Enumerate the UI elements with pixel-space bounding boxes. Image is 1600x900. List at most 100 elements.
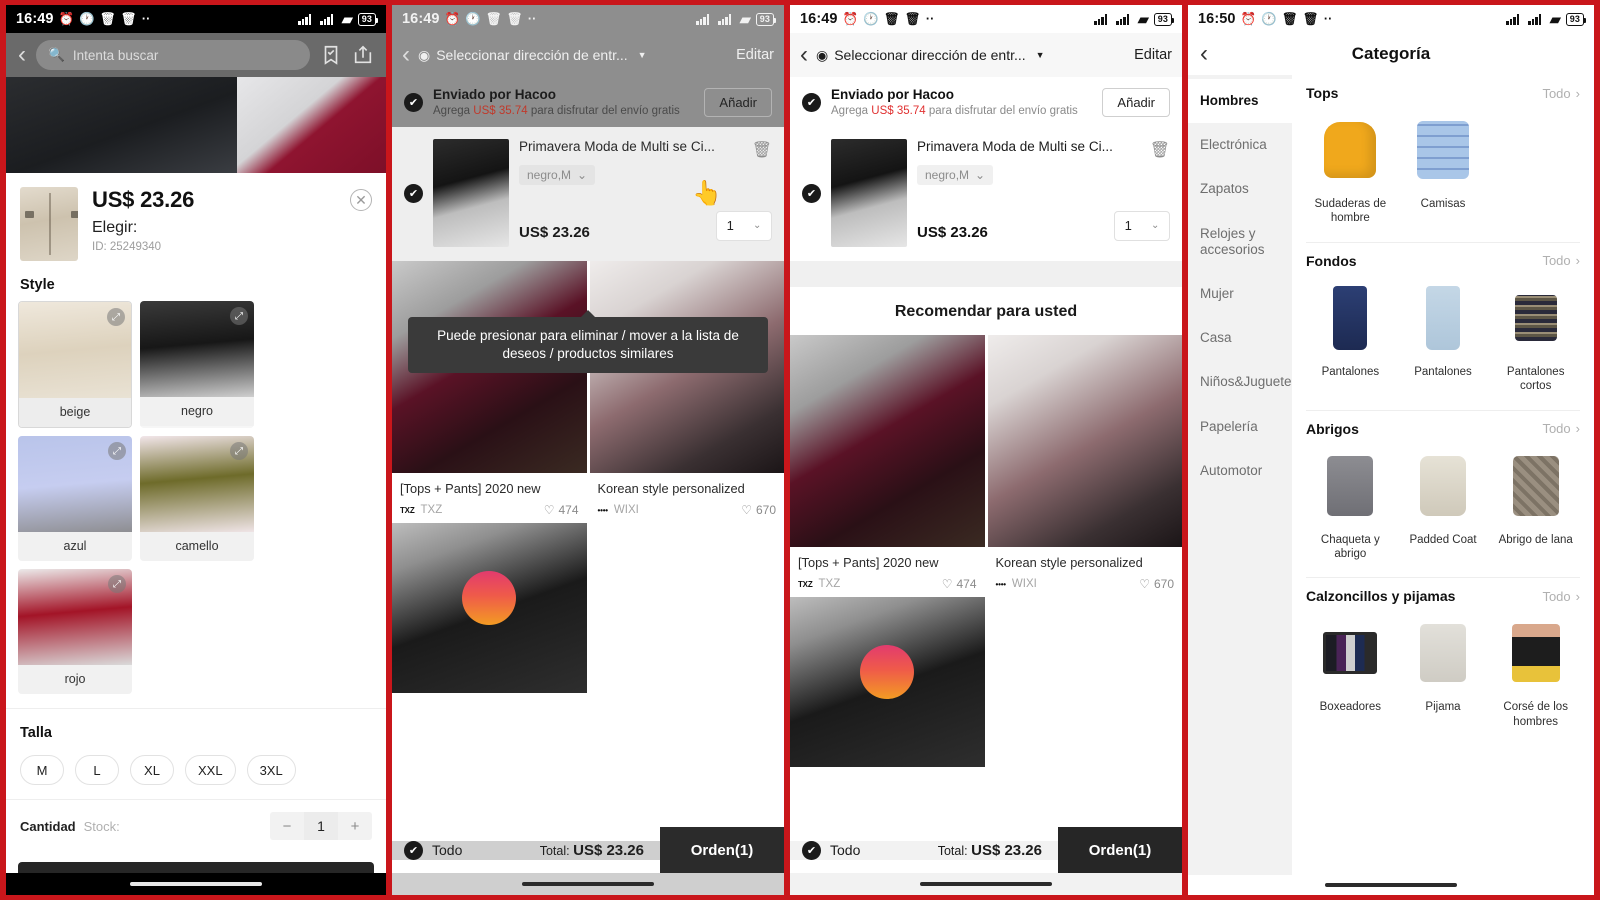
search-input[interactable]: 🔍 Intenta buscar <box>36 40 310 70</box>
home-indicator-area <box>6 873 386 895</box>
sidebar-item-electronica[interactable]: Electrónica <box>1188 123 1292 167</box>
sidebar-item-papeleria[interactable]: Papelería <box>1188 405 1292 449</box>
recommend-card[interactable]: Korean style personalized •••• WIXI ♡ 670 <box>589 261 784 523</box>
style-option-rojo[interactable]: ⤢ rojo <box>18 569 132 694</box>
quantity-value[interactable]: 1 <box>304 812 338 840</box>
style-option-azul[interactable]: ⤢ azul <box>18 436 132 561</box>
sunset-graphic-icon <box>860 644 915 699</box>
style-option-beige[interactable]: ⤢ beige <box>18 301 132 428</box>
size-chip-xxl[interactable]: XXL <box>185 755 236 785</box>
quantity-decrement-button[interactable]: − <box>270 812 304 840</box>
recommend-grid: [Tops + Pants] 2020 new TXZ TXZ ♡ 474 Kor… <box>392 261 784 523</box>
recommend-card[interactable]: Korean style personalized •••• WIXI ♡ 670 <box>987 335 1182 597</box>
expand-icon[interactable]: ⤢ <box>230 307 248 325</box>
expand-icon[interactable]: ⤢ <box>230 442 248 460</box>
category-tile[interactable]: Pantalones <box>1399 277 1488 394</box>
item-quantity-select[interactable]: 1 ⌄ <box>716 210 772 241</box>
item-image[interactable] <box>433 139 509 247</box>
size-chip-m[interactable]: M <box>20 755 64 785</box>
edit-button[interactable]: Editar <box>736 47 774 63</box>
bookmark-icon[interactable] <box>320 44 342 66</box>
item-image[interactable] <box>831 139 907 247</box>
category-tile[interactable]: Boxeadores <box>1306 612 1395 729</box>
item-variant-selector[interactable]: negro,M ⌄ <box>917 164 994 185</box>
group-title: Abrigos <box>1306 420 1359 437</box>
recommend-card[interactable] <box>988 597 1183 767</box>
sidebar-item-casa[interactable]: Casa <box>1188 316 1292 360</box>
close-icon[interactable]: ✕ <box>350 189 372 211</box>
recommend-card[interactable] <box>590 523 785 693</box>
style-option-camello[interactable]: ⤢ camello <box>140 436 254 561</box>
item-quantity-select[interactable]: 1 ⌄ <box>1114 210 1170 241</box>
category-group-abrigos: Abrigos Todo › Chaqueta y abrigo Padded C… <box>1292 411 1594 566</box>
sidebar-item-automotor[interactable]: Automotor <box>1188 449 1292 493</box>
search-icon: 🔍 <box>48 47 65 62</box>
longpress-tooltip: Puede presionar para eliminar / mover a … <box>408 309 768 374</box>
item-checkbox[interactable]: ✔ <box>404 183 423 203</box>
see-all-link[interactable]: Todo › <box>1542 253 1580 268</box>
see-all-link[interactable]: Todo › <box>1542 86 1580 101</box>
order-button[interactable]: Orden(1) <box>1058 827 1182 873</box>
size-chip-xl[interactable]: XL <box>130 755 174 785</box>
recommend-card[interactable] <box>392 523 587 693</box>
back-icon[interactable]: ‹ <box>800 43 808 67</box>
expand-icon[interactable]: ⤢ <box>107 308 125 326</box>
category-tile[interactable]: Pantalones cortos <box>1491 277 1580 394</box>
category-tile[interactable]: Abrigo de lana <box>1491 445 1580 562</box>
status-bar: 16:49 ⏰ 🕐 🗑 🗑 ·· ▰ 93 <box>6 5 386 33</box>
item-checkbox[interactable]: ✔ <box>802 183 821 203</box>
trash-icon: 🗑 <box>1302 11 1319 26</box>
category-tile[interactable]: Corsé de los hombres <box>1491 612 1580 729</box>
category-tile[interactable]: Pijama <box>1399 612 1488 729</box>
delete-icon[interactable]: 🗑 <box>752 140 772 160</box>
item-variant-label: negro,M <box>925 167 970 182</box>
sidebar-item-mujer[interactable]: Mujer <box>1188 272 1292 316</box>
store-checkbox[interactable]: ✔ <box>404 92 423 112</box>
delete-icon[interactable]: 🗑 <box>1150 140 1170 160</box>
category-tile[interactable]: Pantalones <box>1306 277 1395 394</box>
category-tile[interactable]: Chaqueta y abrigo <box>1306 445 1395 562</box>
style-option-negro[interactable]: ⤢ negro <box>140 301 254 428</box>
clock-icon: 🕐 <box>79 11 95 26</box>
store-checkbox[interactable]: ✔ <box>802 92 821 112</box>
size-chip-l[interactable]: L <box>75 755 119 785</box>
size-chip-3xl[interactable]: 3XL <box>246 755 296 785</box>
tile-label: Abrigo de lana <box>1498 533 1573 546</box>
order-button[interactable]: Orden(1) <box>660 827 784 873</box>
sidebar-item-hombres[interactable]: Hombres <box>1188 79 1292 124</box>
select-all-checkbox[interactable]: ✔ <box>404 840 423 860</box>
add-button[interactable]: Añadir <box>704 87 772 117</box>
brand-badge: TXZ <box>400 505 415 515</box>
quantity-increment-button[interactable]: + <box>338 812 372 840</box>
add-button[interactable]: Añadir <box>1102 87 1170 117</box>
recommend-card[interactable]: [Tops + Pants] 2020 new TXZ TXZ ♡ 474 <box>392 261 587 523</box>
category-tile[interactable]: Camisas <box>1399 109 1488 226</box>
sidebar-item-relojes[interactable]: Relojes y accesorios <box>1188 212 1292 272</box>
panel-cart-with-tooltip: 16:49 ⏰ 🕐 🗑 🗑 ·· ▰ 93 ‹ ◉ Seleccionar di… <box>392 0 784 900</box>
address-selector[interactable]: ◉ Seleccionar dirección de entr... ▼ <box>418 47 647 64</box>
sidebar-item-zapatos[interactable]: Zapatos <box>1188 167 1292 211</box>
sidebar-item-ninos-juguetes[interactable]: Niños&Juguetes <box>1188 360 1298 404</box>
back-icon[interactable]: ‹ <box>18 43 26 67</box>
back-icon[interactable]: ‹ <box>402 43 410 67</box>
select-all-checkbox[interactable]: ✔ <box>802 840 821 860</box>
tile-image <box>1399 612 1488 694</box>
expand-icon[interactable]: ⤢ <box>108 575 126 593</box>
address-selector[interactable]: ◉ Seleccionar dirección de entr... ▼ <box>816 47 1045 64</box>
category-tile[interactable]: Padded Coat <box>1399 445 1488 562</box>
share-icon[interactable] <box>352 44 374 66</box>
chevron-down-icon: ⌄ <box>1151 220 1160 232</box>
recommend-card[interactable]: [Tops + Pants] 2020 new TXZ TXZ ♡ 474 <box>790 335 985 597</box>
edit-button[interactable]: Editar <box>1134 47 1172 63</box>
expand-icon[interactable]: ⤢ <box>108 442 126 460</box>
item-variant-selector[interactable]: negro,M ⌄ <box>519 164 596 185</box>
recommend-card[interactable] <box>790 597 985 767</box>
category-tile-empty <box>1491 109 1580 226</box>
more-icon: ·· <box>1323 11 1333 26</box>
see-all-link[interactable]: Todo › <box>1542 421 1580 436</box>
category-tile[interactable]: Sudaderas de hombre <box>1306 109 1395 226</box>
back-icon[interactable]: ‹ <box>1200 42 1208 66</box>
tile-label: Boxeadores <box>1319 701 1382 714</box>
see-all-link[interactable]: Todo › <box>1542 589 1580 604</box>
options-sheet: US$ 23.26 Elegir: ID: 25249340 ✕ Style ⤢… <box>6 173 386 895</box>
